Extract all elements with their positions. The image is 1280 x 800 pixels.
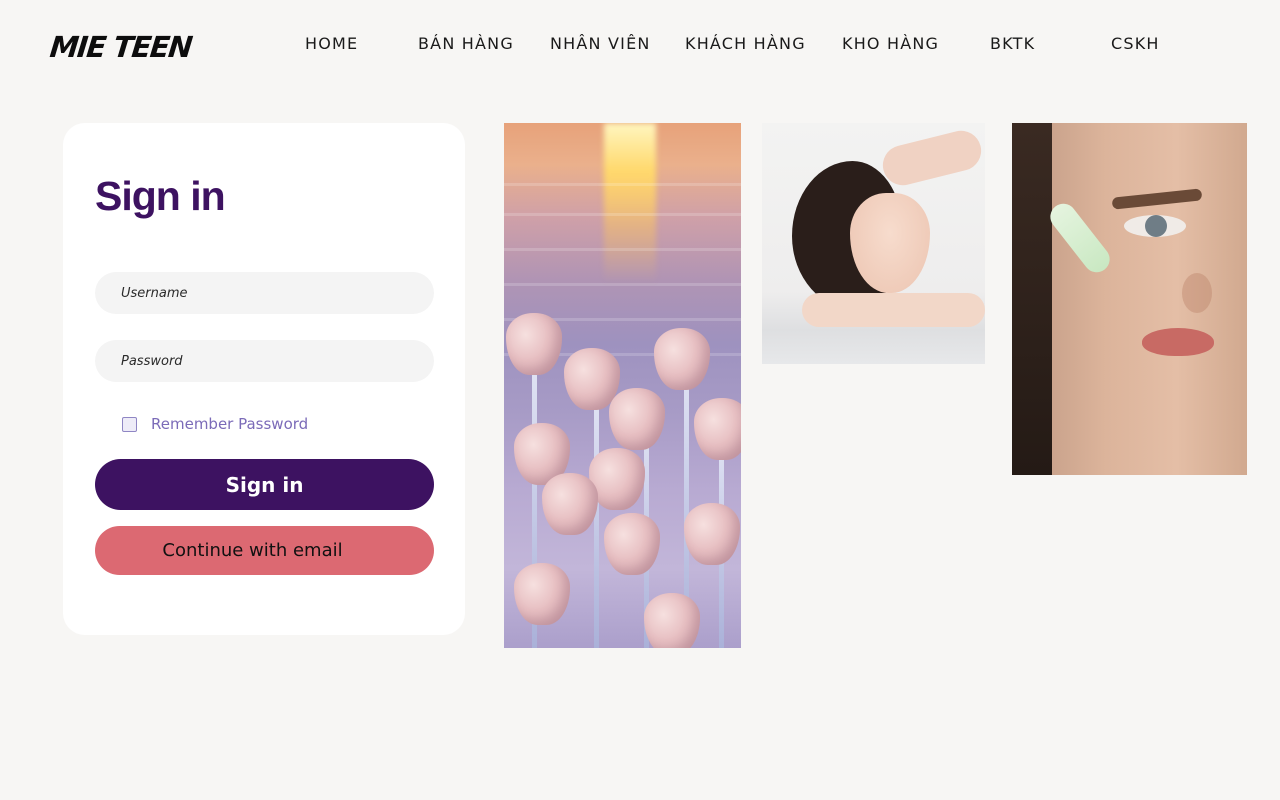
continue-with-email-button[interactable]: Continue with email bbox=[95, 526, 434, 575]
brand-logo[interactable]: MIE TEEN bbox=[48, 30, 193, 64]
tulip-stem bbox=[594, 403, 599, 648]
sun-reflection bbox=[604, 123, 656, 283]
signin-card: Sign in Remember Password Sign in Contin… bbox=[63, 123, 465, 635]
arm-shape bbox=[802, 293, 985, 327]
iris-shape bbox=[1145, 215, 1167, 237]
signin-title: Sign in bbox=[95, 173, 226, 219]
skincare-face-photo bbox=[1012, 123, 1247, 475]
nav-nhan-vien[interactable]: NHÂN VIÊN bbox=[550, 34, 651, 53]
nav-cskh[interactable]: CSKH bbox=[1111, 34, 1160, 53]
password-input[interactable] bbox=[95, 340, 434, 382]
tulips-photo bbox=[504, 123, 741, 648]
tulip bbox=[609, 388, 665, 450]
nav-home[interactable]: HOME bbox=[305, 34, 358, 53]
nav-kho-hang[interactable]: KHO HÀNG bbox=[842, 34, 939, 53]
tulip bbox=[694, 398, 741, 460]
tulip bbox=[684, 503, 740, 565]
tulip bbox=[604, 513, 660, 575]
remember-password-toggle[interactable]: Remember Password bbox=[122, 415, 308, 433]
tulip bbox=[654, 328, 710, 390]
tulip bbox=[506, 313, 562, 375]
wave-line bbox=[504, 248, 741, 251]
hand-shape bbox=[878, 126, 985, 190]
remember-password-label: Remember Password bbox=[151, 415, 309, 433]
lips-shape bbox=[1142, 328, 1214, 356]
remember-checkbox[interactable] bbox=[122, 416, 137, 432]
eyebrow-shape bbox=[1111, 188, 1203, 210]
nav-ban-hang[interactable]: BÁN HÀNG bbox=[418, 34, 514, 53]
wave-line bbox=[504, 283, 741, 286]
wave-line bbox=[504, 213, 741, 216]
nav-khach-hang[interactable]: KHÁCH HÀNG bbox=[685, 34, 806, 53]
hair-shape bbox=[1012, 123, 1052, 475]
signin-button[interactable]: Sign in bbox=[95, 459, 434, 510]
wave-line bbox=[504, 183, 741, 186]
nav-bktk[interactable]: BKTK bbox=[990, 34, 1035, 53]
nose-shape bbox=[1182, 273, 1212, 313]
woman-portrait-photo bbox=[762, 123, 985, 364]
tulip bbox=[644, 593, 700, 648]
tulip bbox=[542, 473, 598, 535]
tulip bbox=[514, 563, 570, 625]
username-input[interactable] bbox=[95, 272, 434, 314]
cream-swatch bbox=[1045, 198, 1115, 278]
